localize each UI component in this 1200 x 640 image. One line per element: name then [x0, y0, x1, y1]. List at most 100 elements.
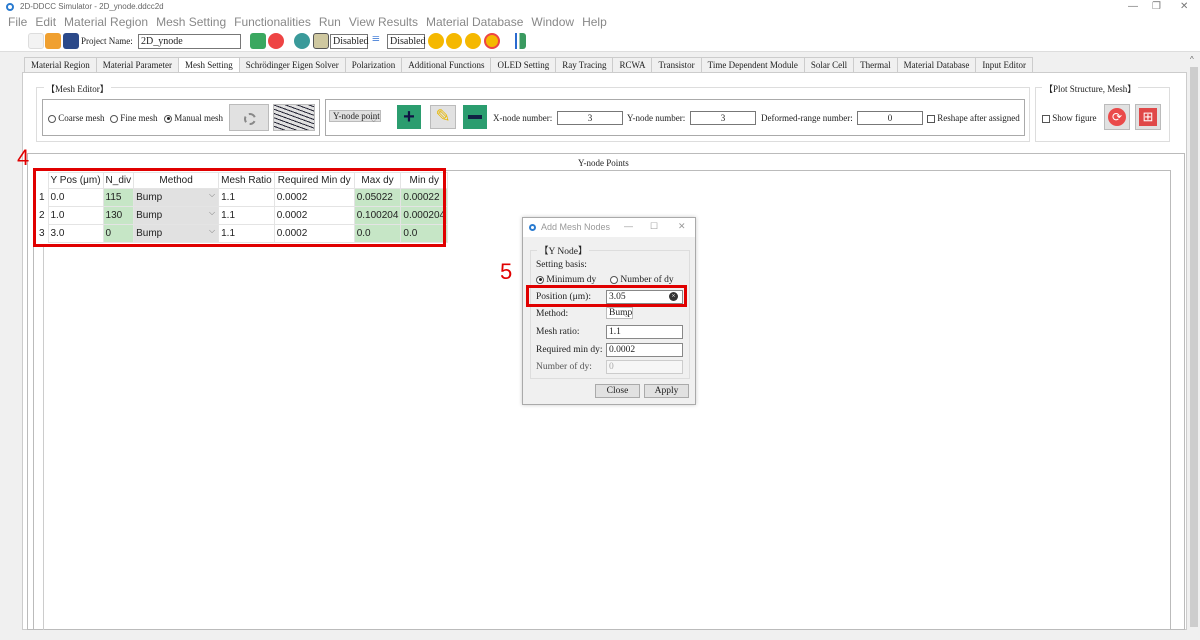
menu-help[interactable]: Help — [582, 14, 607, 30]
show-figure-checkbox[interactable]: Show figure — [1042, 113, 1097, 123]
sync-icon[interactable] — [268, 33, 284, 49]
y-node-label: Y-node number: — [627, 113, 686, 123]
tab-additional-functions[interactable]: Additional Functions — [401, 57, 492, 73]
menu-view-results[interactable]: View Results — [349, 14, 418, 30]
x-node-input[interactable]: 3 — [557, 111, 623, 125]
tab-transistor[interactable]: Transistor — [651, 57, 702, 73]
menu-edit[interactable]: Edit — [35, 14, 56, 30]
project-name-label: Project Name: — [81, 36, 133, 46]
list-icon[interactable]: ≡ — [372, 33, 388, 49]
window-title: 2D-DDCC Simulator - 2D_ynode.ddcc2d — [20, 2, 164, 11]
dialog-minimize-icon[interactable]: — — [624, 221, 633, 231]
refresh-plot-button[interactable]: ⟳ — [1104, 104, 1130, 130]
disabled-field-1: Disabled — [330, 34, 369, 49]
add-node-button[interactable]: + — [397, 105, 421, 129]
method-label: Method: — [536, 309, 569, 319]
reshape-checkbox[interactable]: Reshape after assigned — [927, 113, 1020, 123]
coarse-mesh-radio[interactable]: Coarse mesh — [48, 113, 105, 123]
run-next-icon[interactable] — [446, 33, 462, 49]
minus-icon — [468, 115, 482, 119]
minimum-dy-radio[interactable]: Minimum dy — [536, 275, 596, 285]
dialog-close-icon[interactable]: ✕ — [678, 221, 686, 232]
node-type-select[interactable]: Y-node point — [329, 110, 381, 122]
y-node-input[interactable]: 3 — [690, 111, 756, 125]
grid-mesh-button[interactable] — [273, 104, 315, 131]
refresh-structure-icon[interactable] — [250, 33, 266, 49]
add-mesh-nodes-dialog: Add Mesh Nodes — ☐ ✕ 【Y Node】 Setting ba… — [522, 217, 696, 405]
annotation-box-4 — [33, 168, 446, 247]
toolbar: Project Name: 2D_ynode Disabled ≡ Disabl… — [0, 31, 1200, 52]
tab-ray-tracing[interactable]: Ray Tracing — [555, 57, 614, 73]
vertical-scrollbar[interactable]: ^ — [1188, 55, 1200, 630]
y-node-points-title: Y-node Points — [578, 158, 629, 168]
apply-button[interactable]: Apply — [644, 384, 689, 398]
required-min-dy-input[interactable]: 0.0002 — [606, 343, 683, 357]
menu-functionalities[interactable]: Functionalities — [234, 14, 311, 30]
menu-bar: File Edit Material Region Mesh Setting Funct… — [0, 14, 1200, 31]
plot-structure-title: 【Plot Structure, Mesh】 — [1042, 82, 1139, 95]
deformed-range-input[interactable]: 0 — [857, 111, 923, 125]
refresh-icon: ⟳ — [1108, 108, 1126, 126]
method-select[interactable]: Bump — [606, 307, 634, 319]
annotation-box-5 — [526, 285, 687, 307]
stop-icon[interactable] — [484, 33, 500, 49]
close-icon[interactable]: ✕ — [1180, 1, 1188, 12]
title-bar: 2D-DDCC Simulator - 2D_ynode.ddcc2d — ❐ … — [0, 0, 1200, 14]
tab-polarization[interactable]: Polarization — [344, 57, 403, 73]
menu-material-database[interactable]: Material Database — [426, 14, 523, 30]
number-of-dy-radio[interactable]: Number of dy — [610, 275, 674, 285]
grid-icon: ⊞ — [1139, 108, 1157, 126]
mesh-editor-title: 【Mesh Editor】 — [44, 82, 111, 95]
mesh-ratio-label: Mesh ratio: — [536, 327, 580, 337]
menu-mesh-setting[interactable]: Mesh Setting — [156, 14, 226, 30]
y-node-group-title: 【Y Node】 — [537, 243, 590, 257]
gear-mesh-button[interactable] — [229, 104, 269, 131]
layout-plot-button[interactable]: ⊞ — [1135, 104, 1161, 130]
dialog-maximize-icon[interactable]: ☐ — [650, 221, 658, 232]
close-button[interactable]: Close — [595, 384, 640, 398]
tab-rcwa[interactable]: RCWA — [612, 57, 653, 73]
run-batch-icon[interactable] — [465, 33, 481, 49]
tab-bar: Material Region Material Parameter Mesh Se… — [24, 57, 1034, 74]
settings-icon[interactable] — [294, 33, 310, 49]
annotation-label-4: 4 — [17, 145, 30, 170]
disabled-field-2: Disabled — [387, 34, 426, 49]
annotation-label-5: 5 — [500, 259, 513, 284]
number-of-dy-spinner: 0 — [606, 360, 683, 374]
menu-file[interactable]: File — [8, 14, 27, 30]
menu-run[interactable]: Run — [319, 14, 341, 30]
restore-icon[interactable]: ❐ — [1152, 1, 1161, 12]
tab-material-region[interactable]: Material Region — [24, 57, 97, 73]
run-icon[interactable] — [428, 33, 444, 49]
required-min-dy-label: Required min dy: — [536, 345, 603, 355]
project-name-input[interactable]: 2D_ynode — [138, 34, 241, 49]
tab-schrodinger[interactable]: Schrödinger Eigen Solver — [238, 57, 346, 73]
tab-input-editor[interactable]: Input Editor — [975, 57, 1034, 73]
tab-oled-setting[interactable]: OLED Setting — [490, 57, 557, 73]
tab-thermal[interactable]: Thermal — [853, 57, 898, 73]
fine-mesh-radio[interactable]: Fine mesh — [110, 113, 158, 123]
open-folder-icon[interactable] — [45, 33, 61, 49]
tab-material-database[interactable]: Material Database — [896, 57, 977, 73]
chart-icon[interactable] — [510, 33, 526, 49]
dialog-title: Add Mesh Nodes — [541, 222, 611, 232]
number-of-dy-label: Number of dy: — [536, 362, 592, 372]
new-file-icon[interactable] — [28, 33, 44, 49]
x-node-label: X-node number: — [493, 113, 553, 123]
edit-node-button[interactable]: ✎ — [430, 105, 456, 129]
manual-mesh-radio[interactable]: Manual mesh — [164, 113, 223, 123]
tab-time-dependent[interactable]: Time Dependent Module — [700, 57, 805, 73]
remove-node-button[interactable] — [463, 105, 487, 129]
columns-icon[interactable] — [313, 33, 329, 49]
tab-solar-cell[interactable]: Solar Cell — [803, 57, 855, 73]
deformed-range-label: Deformed-range number: — [761, 113, 853, 123]
scrollbar-thumb[interactable] — [1190, 67, 1198, 627]
menu-material-region[interactable]: Material Region — [64, 14, 148, 30]
minimize-icon[interactable]: — — [1128, 1, 1138, 12]
gear-icon — [244, 113, 256, 125]
mesh-ratio-input[interactable]: 1.1 — [606, 325, 683, 339]
menu-window[interactable]: Window — [531, 14, 574, 30]
tab-material-parameter[interactable]: Material Parameter — [95, 57, 179, 73]
app-icon — [6, 3, 14, 11]
save-icon[interactable] — [63, 33, 79, 49]
